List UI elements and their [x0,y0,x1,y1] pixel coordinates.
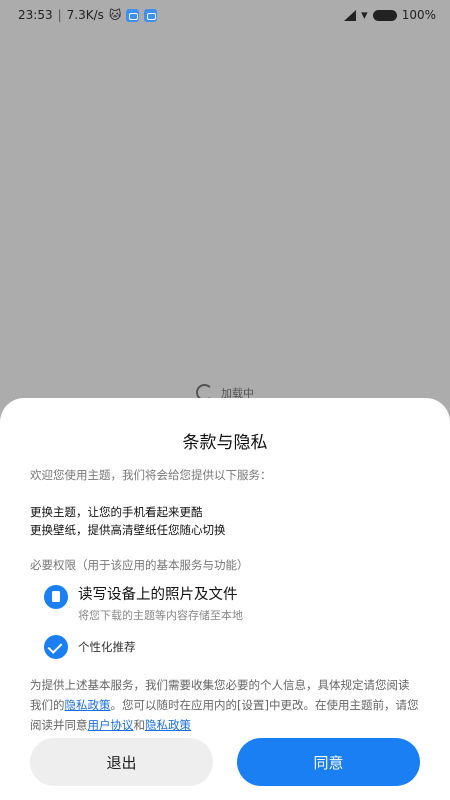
download-notification-icon [144,8,158,22]
message-notification-icon [126,8,140,22]
wifi-icon: ▾ [361,7,368,23]
status-left: 23:53 | 7.3K/s 🐱 [18,8,158,22]
status-time: 23:53 [18,8,53,22]
battery-percent: 100% [401,8,436,22]
permission-personalized-label: 个性化推荐 [78,640,136,654]
terms-dialog: 条款与隐私 欢迎您使用主题，我们将会给您提供以下服务： 更换主题，让您的手机看起… [0,398,450,800]
permission-storage-title: 读写设备上的照片及文件 [78,587,238,603]
network-speed: 7.3K/s [66,8,104,22]
privacy-policy-link[interactable]: 隐私政策 [65,698,111,712]
dialog-intro: 欢迎您使用主题，我们将会给您提供以下服务： [30,468,272,482]
status-bar: 23:53 | 7.3K/s 🐱 ▾ 100% [0,0,450,30]
battery-icon [372,9,397,21]
policy-text-part: 和 [133,718,146,732]
dialog-title: 条款与隐私 [182,433,268,453]
service-item: 更换主题，让您的手机看起来更酷 [30,505,203,519]
agree-button[interactable]: 同意 [237,738,420,786]
permission-storage-description: 将您下载的主题等内容存储至本地 [78,609,243,622]
user-agreement-link[interactable]: 用户协议 [88,718,134,732]
permission-storage-text: 读写设备上的照片及文件 将您下载的主题等内容存储至本地 [78,585,243,623]
permissions-header: 必要权限（用于该应用的基本服务与功能） [30,558,249,572]
signal-icon [344,9,357,21]
privacy-policy-link-2[interactable]: 隐私政策 [145,718,191,732]
checkmark-checkbox-icon[interactable] [44,635,68,659]
exit-button[interactable]: 退出 [30,738,213,786]
permission-storage[interactable]: 读写设备上的照片及文件 将您下载的主题等内容存储至本地 [30,585,420,623]
dialog-buttons: 退出 同意 [30,738,420,786]
service-item: 更换壁纸，提供高清壁纸任您随心切换 [30,523,226,537]
cat-icon: 🐱 [108,8,122,22]
permission-personalized[interactable]: 个性化推荐 [30,635,420,659]
services-list: 更换主题，让您的手机看起来更酷 更换壁纸，提供高清壁纸任您随心切换 [30,503,420,539]
policy-text: 为提供上述基本服务，我们需要收集您必要的个人信息，具体规定请您阅读我们的隐私政策… [30,675,420,735]
status-right: ▾ 100% [344,8,436,22]
file-checkbox-icon[interactable] [44,585,68,609]
status-separator: | [57,8,62,22]
